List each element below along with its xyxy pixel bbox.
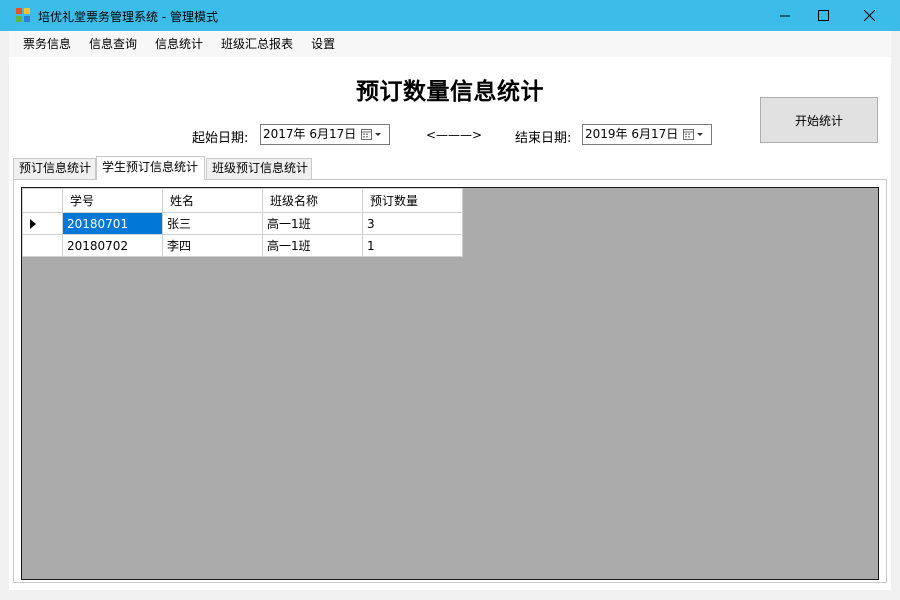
end-date-label: 结束日期: xyxy=(515,131,572,146)
column-header-booking-count[interactable]: 预订数量 xyxy=(362,188,463,213)
cell-name[interactable]: 张三 xyxy=(162,212,263,235)
grid-corner-cell[interactable] xyxy=(22,188,63,213)
column-header-name[interactable]: 姓名 xyxy=(162,188,263,213)
menu-ticket-info[interactable]: 票务信息 xyxy=(14,33,80,55)
table-row[interactable]: 20180702 李四 高一1班 1 xyxy=(22,234,463,257)
maximize-icon xyxy=(817,10,829,21)
start-date-picker[interactable]: 2017年 6月17日 xyxy=(260,124,390,145)
menu-class-report[interactable]: 班级汇总报表 xyxy=(212,33,302,55)
cell-student-id[interactable]: 20180702 xyxy=(62,234,163,257)
menu-bar: 票务信息 信息查询 信息统计 班级汇总报表 设置 xyxy=(9,31,891,57)
column-header-student-id[interactable]: 学号 xyxy=(62,188,163,213)
row-header[interactable] xyxy=(22,212,63,235)
row-header[interactable] xyxy=(22,234,63,257)
date-range-arrow: <———> xyxy=(426,128,483,142)
cell-class-name[interactable]: 高一1班 xyxy=(262,212,363,235)
column-header-class-name[interactable]: 班级名称 xyxy=(262,188,363,213)
start-statistics-button[interactable]: 开始统计 xyxy=(760,97,878,143)
end-date-dropdown[interactable] xyxy=(682,128,708,141)
close-button[interactable] xyxy=(846,0,892,31)
maximize-button[interactable] xyxy=(800,0,846,31)
app-icon xyxy=(16,8,30,22)
grid-header-row: 学号 姓名 班级名称 预订数量 xyxy=(22,188,463,213)
table-row[interactable]: 20180701 张三 高一1班 3 xyxy=(22,212,463,235)
tab-class-booking-statistics[interactable]: 班级预订信息统计 xyxy=(206,158,312,179)
cell-class-name[interactable]: 高一1班 xyxy=(262,234,363,257)
cell-student-id[interactable]: 20180701 xyxy=(62,212,163,235)
menu-settings[interactable]: 设置 xyxy=(302,33,344,55)
cell-booking-count[interactable]: 3 xyxy=(362,212,463,235)
menu-info-query[interactable]: 信息查询 xyxy=(80,33,146,55)
cell-booking-count[interactable]: 1 xyxy=(362,234,463,257)
calendar-dropdown-icon xyxy=(361,129,381,140)
close-icon xyxy=(863,10,875,21)
calendar-dropdown-icon xyxy=(683,129,703,140)
start-date-label: 起始日期: xyxy=(192,131,249,146)
window-title: 培优礼堂票务管理系统 - 管理模式 xyxy=(38,10,218,24)
data-grid[interactable]: 学号 姓名 班级名称 预订数量 20180701 张三 高一1班 3 20180… xyxy=(21,187,879,580)
cell-name[interactable]: 李四 xyxy=(162,234,263,257)
tab-booking-statistics[interactable]: 预订信息统计 xyxy=(13,158,96,179)
end-date-value: 2019年 6月17日 xyxy=(585,127,679,141)
minimize-icon xyxy=(779,15,790,17)
start-date-dropdown[interactable] xyxy=(360,128,386,141)
app-window: 培优礼堂票务管理系统 - 管理模式 票务信息 信息查询 信息统计 班级汇总报表 … xyxy=(0,0,900,600)
start-date-value: 2017年 6月17日 xyxy=(263,127,357,141)
tab-student-booking-statistics[interactable]: 学生预订信息统计 xyxy=(96,156,205,180)
title-bar[interactable]: 培优礼堂票务管理系统 - 管理模式 xyxy=(0,0,900,31)
current-row-indicator-icon xyxy=(30,218,36,229)
end-date-picker[interactable]: 2019年 6月17日 xyxy=(582,124,712,145)
grid-table: 学号 姓名 班级名称 预订数量 20180701 张三 高一1班 3 20180… xyxy=(22,188,463,257)
menu-info-statistics[interactable]: 信息统计 xyxy=(146,33,212,55)
